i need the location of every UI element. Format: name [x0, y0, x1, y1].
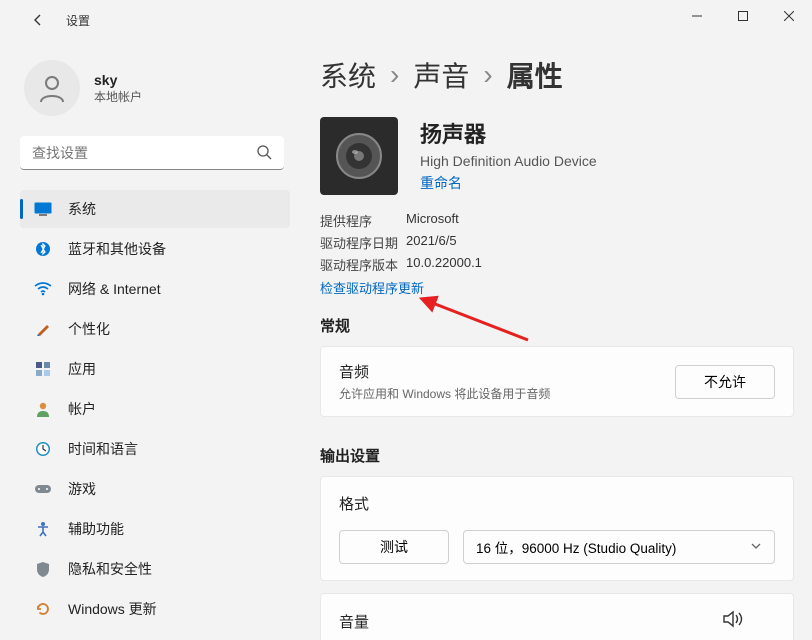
- nav-network[interactable]: 网络 & Internet: [20, 270, 290, 308]
- volume-label: 音量: [339, 611, 369, 632]
- audio-label: 音频: [339, 361, 550, 382]
- nav-label: 时间和语言: [68, 439, 138, 459]
- brush-icon: [34, 320, 52, 338]
- nav-system[interactable]: 系统: [20, 190, 290, 228]
- shield-icon: [34, 560, 52, 578]
- volume-card: 音量: [320, 593, 794, 640]
- gamepad-icon: [34, 480, 52, 498]
- driver-provider-label: 提供程序: [320, 211, 406, 230]
- nav-accessibility[interactable]: 辅助功能: [20, 510, 290, 548]
- apps-icon: [34, 360, 52, 378]
- driver-date-label: 驱动程序日期: [320, 233, 406, 252]
- driver-version-label: 驱动程序版本: [320, 255, 406, 274]
- format-select[interactable]: 16 位，96000 Hz (Studio Quality): [463, 530, 775, 564]
- avatar: [24, 60, 80, 116]
- audio-allow-card: 音频 允许应用和 Windows 将此设备用于音频 不允许: [320, 346, 794, 417]
- nav-label: 应用: [68, 359, 96, 379]
- section-output-title: 输出设置: [320, 445, 794, 466]
- nav-label: 隐私和安全性: [68, 559, 152, 579]
- user-profile[interactable]: sky 本地帐户: [20, 60, 300, 116]
- bluetooth-icon: [34, 240, 52, 258]
- nav-privacy[interactable]: 隐私和安全性: [20, 550, 290, 588]
- nav-label: 系统: [68, 199, 96, 219]
- audio-description: 允许应用和 Windows 将此设备用于音频: [339, 385, 550, 402]
- user-name: sky: [94, 72, 142, 88]
- accessibility-icon: [34, 520, 52, 538]
- nav-windows-update[interactable]: Windows 更新: [20, 590, 290, 628]
- nav-label: 蓝牙和其他设备: [68, 239, 166, 259]
- nav-label: 游戏: [68, 479, 96, 499]
- nav-label: 辅助功能: [68, 519, 124, 539]
- back-button[interactable]: [22, 4, 54, 36]
- volume-icon: [723, 610, 745, 633]
- search-input[interactable]: [20, 136, 284, 170]
- nav-gaming[interactable]: 游戏: [20, 470, 290, 508]
- device-title: 扬声器: [420, 117, 597, 149]
- chevron-right-icon: ›: [390, 59, 399, 91]
- breadcrumb: 系统 › 声音 › 属性: [320, 55, 794, 95]
- person-icon: [34, 400, 52, 418]
- disallow-button[interactable]: 不允许: [675, 365, 775, 399]
- nav-label: Windows 更新: [68, 599, 157, 619]
- nav-bluetooth[interactable]: 蓝牙和其他设备: [20, 230, 290, 268]
- check-driver-update-link[interactable]: 检查驱动程序更新: [320, 278, 424, 297]
- rename-link[interactable]: 重命名: [420, 173, 462, 193]
- speaker-device-icon: [320, 117, 398, 195]
- driver-version-value: 10.0.22000.1: [406, 255, 794, 274]
- section-general-title: 常规: [320, 315, 794, 336]
- nav-label: 个性化: [68, 319, 110, 339]
- clock-icon: [34, 440, 52, 458]
- nav-personalization[interactable]: 个性化: [20, 310, 290, 348]
- output-settings-card: 格式 测试 16 位，96000 Hz (Studio Quality): [320, 476, 794, 581]
- nav-label: 帐户: [68, 399, 96, 419]
- search-icon: [256, 144, 272, 165]
- device-subtitle: High Definition Audio Device: [420, 153, 597, 169]
- breadcrumb-system[interactable]: 系统: [320, 55, 376, 95]
- system-icon: [34, 200, 52, 218]
- breadcrumb-sound[interactable]: 声音: [413, 55, 469, 95]
- format-value: 16 位，96000 Hz (Studio Quality): [476, 537, 676, 557]
- wifi-icon: [34, 280, 52, 298]
- driver-provider-value: Microsoft: [406, 211, 794, 230]
- user-subtitle: 本地帐户: [94, 88, 142, 105]
- minimize-button[interactable]: [674, 0, 720, 32]
- maximize-button[interactable]: [720, 0, 766, 32]
- chevron-right-icon: ›: [483, 59, 492, 91]
- test-button[interactable]: 测试: [339, 530, 449, 564]
- nav-label: 网络 & Internet: [68, 279, 161, 299]
- close-button[interactable]: [766, 0, 812, 32]
- nav-apps[interactable]: 应用: [20, 350, 290, 388]
- app-title: 设置: [66, 12, 90, 29]
- driver-date-value: 2021/6/5: [406, 233, 794, 252]
- nav-time-language[interactable]: 时间和语言: [20, 430, 290, 468]
- update-icon: [34, 600, 52, 618]
- breadcrumb-properties: 属性: [507, 55, 563, 95]
- format-label: 格式: [339, 493, 775, 514]
- chevron-down-icon: [750, 540, 762, 555]
- nav-accounts[interactable]: 帐户: [20, 390, 290, 428]
